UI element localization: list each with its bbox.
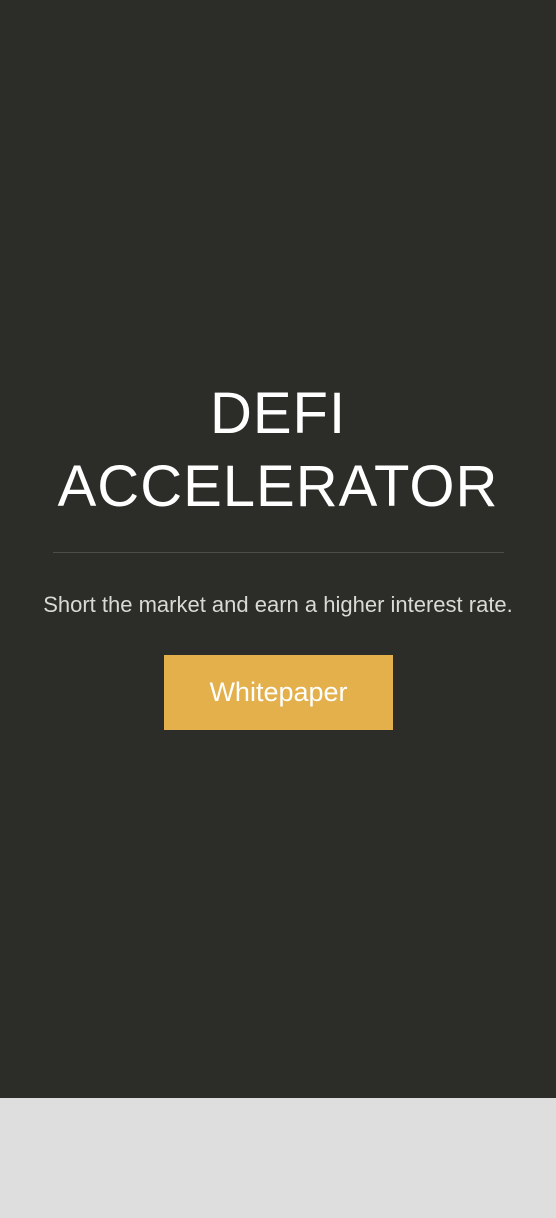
divider [53, 552, 504, 553]
hero-section: DEFI ACCELERATOR Short the market and ea… [0, 0, 556, 1098]
hero-tagline: Short the market and earn a higher inter… [43, 592, 513, 617]
footer-area [0, 1098, 556, 1218]
hero-title-line1: DEFI [209, 381, 347, 446]
whitepaper-button[interactable]: Whitepaper [164, 655, 393, 730]
hero-title-line2: ACCELERATOR [57, 454, 499, 519]
